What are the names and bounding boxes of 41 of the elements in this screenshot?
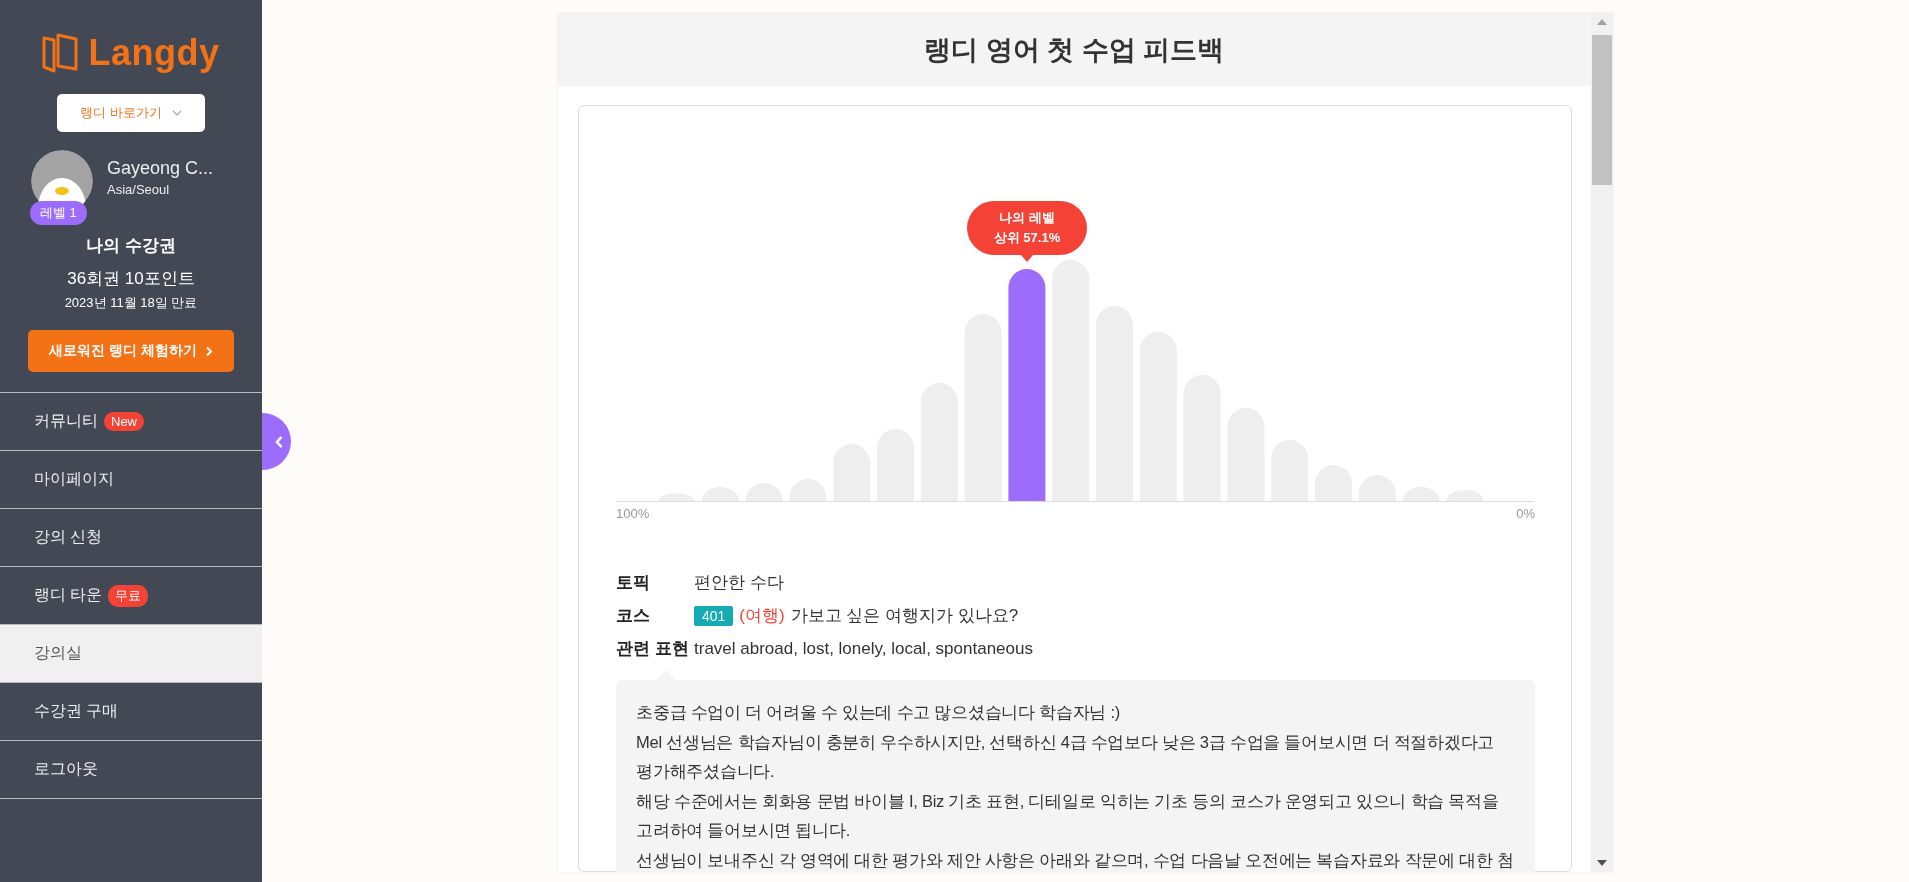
feedback-paragraph: 초중급 수업이 더 어려울 수 있는데 수고 많으셨습니다 학습자님 :): [636, 702, 1122, 723]
chevron-left-icon: [273, 434, 284, 449]
pass-expiry: 2023년 11월 18일 만료: [64, 294, 198, 312]
info-label: 코스: [616, 605, 651, 627]
chevron-right-icon: [204, 345, 213, 357]
pass-balance: 36회권 10포인트: [67, 268, 195, 290]
menu-item[interactable]: 마이페이지: [0, 451, 262, 509]
scroll-up-icon[interactable]: [1597, 19, 1607, 25]
feedback-paragraph: 선생님이 보내주신 각 영역에 대한 평가와 제안 사항은 아래와 같으며, 수업 다음날 오전에는 복습자료와 작문에 대한 첨: [636, 849, 1515, 871]
scrollbar-thumb[interactable]: [1592, 35, 1612, 185]
topic-value: 편안한 수다: [694, 572, 784, 594]
menu-item[interactable]: 커뮤니티 New: [0, 393, 262, 451]
axis-label: 0%: [1516, 506, 1535, 521]
level-tooltip: 나의 레벨 상위 57.1%: [967, 201, 1087, 262]
info-label: 토픽: [616, 572, 651, 594]
logo-text: Langdy: [88, 32, 220, 74]
info-label: 관련 표현: [616, 638, 688, 660]
expressions-value: travel abroad, lost, lonely, local, spontaneous: [694, 638, 1033, 659]
course-category: (여행): [739, 605, 785, 627]
menu-item[interactable]: 강의 신청: [0, 509, 262, 567]
pass-title: 나의 수강권: [86, 235, 176, 257]
course-code-badge: 401: [694, 605, 734, 626]
timezone: Asia/Seoul: [107, 181, 171, 197]
feedback-paragraph: Mel 선생님은 학습자님이 충분히 우수하시지만, 선택하신 4급 수업보다 낮은 3급 수업을 들어보시면 더 적절하겠다고 평가해주셨습니다.: [636, 731, 1496, 782]
menu-item[interactable]: 로그아웃: [0, 741, 262, 799]
menu-badge: New: [104, 412, 144, 431]
chevron-down-icon: [171, 110, 182, 116]
menu-item[interactable]: 강의실: [0, 625, 262, 683]
menu-badge: 무료: [108, 584, 149, 607]
course-title: 가보고 싶은 여행지가 있나요?: [790, 605, 1019, 627]
collapse-sidebar-button[interactable]: [262, 413, 291, 470]
scroll-down-icon[interactable]: [1597, 860, 1607, 866]
menu-item[interactable]: 수강권 구매: [0, 683, 262, 741]
axis-label: 100%: [616, 506, 650, 521]
tooltip-pointer-icon: [1021, 255, 1033, 262]
logo-icon: [42, 33, 79, 73]
feedback-paragraph: 해당 수준에서는 회화용 문법 바이블 I, Biz 기초 표현, 디테일로 익히는 기초 등의 코스가 운영되고 있으니 학습 목적을 고려하여 들어보시면 됩니다.: [636, 790, 1500, 841]
scrollbar[interactable]: [1591, 13, 1613, 872]
user-name: Gayeong C...: [107, 157, 214, 179]
level-badge: 레벨 1: [30, 201, 87, 225]
dialog-title: 랭디 영어 첫 수업 피드백: [924, 33, 1225, 67]
